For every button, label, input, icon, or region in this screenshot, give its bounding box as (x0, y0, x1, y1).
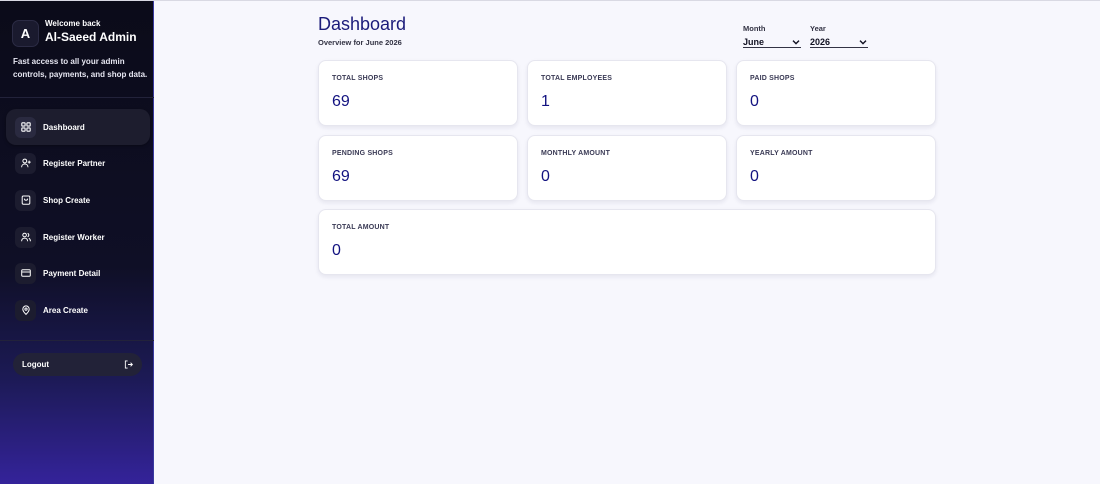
chevron-down-icon (792, 39, 800, 45)
page-title: Dashboard (318, 14, 407, 34)
sidebar-item-label: Shop Create (43, 195, 91, 205)
map-pin-icon (15, 299, 36, 321)
stat-card-pending-shops: PENDING SHOPS 69 (318, 135, 518, 201)
sidebar-item-area-create[interactable]: Area Create (6, 292, 150, 328)
year-label: Year (810, 24, 826, 33)
sidebar-item-label: Register Partner (43, 158, 106, 168)
stat-value: 1 (541, 93, 550, 110)
stat-label: TOTAL AMOUNT (332, 224, 390, 231)
dashboard-grid-icon (15, 116, 36, 138)
stat-value: 69 (332, 168, 350, 185)
welcome-text: Welcome back (45, 19, 101, 28)
month-value: June (743, 36, 765, 47)
users-icon (15, 226, 36, 248)
sidebar-divider (0, 97, 154, 98)
sidebar-tagline: Fast access to all your admin controls, … (13, 57, 148, 79)
month-select[interactable]: June (743, 36, 801, 48)
chevron-down-icon (859, 39, 867, 45)
sidebar-item-dashboard[interactable]: Dashboard (6, 109, 150, 145)
stat-card-paid-shops: PAID SHOPS 0 (736, 60, 936, 126)
page-subtitle: Overview for June 2026 (318, 38, 402, 47)
stat-label: PENDING SHOPS (332, 150, 393, 157)
stat-value: 0 (541, 168, 550, 185)
stat-value: 0 (750, 93, 759, 110)
year-select[interactable]: 2026 (810, 36, 868, 48)
stat-value: 0 (750, 168, 759, 185)
stat-card-total-shops: TOTAL SHOPS 69 (318, 60, 518, 126)
sidebar-item-shop-create[interactable]: Shop Create (6, 182, 150, 218)
sidebar: A Welcome back Al-Saeed Admin Fast acces… (0, 1, 154, 484)
stat-card-total-amount: TOTAL AMOUNT 0 (318, 209, 936, 275)
app-root: A Welcome back Al-Saeed Admin Fast acces… (0, 0, 1100, 484)
logout-arrow-icon (124, 360, 133, 369)
stat-card-yearly-amount: YEARLY AMOUNT 0 (736, 135, 936, 201)
stat-label: TOTAL EMPLOYEES (541, 75, 613, 82)
sidebar-divider (0, 340, 154, 341)
stat-card-monthly-amount: MONTHLY AMOUNT 0 (527, 135, 727, 201)
year-filter: Year 2026 (810, 24, 868, 48)
credit-card-icon (15, 262, 36, 284)
sidebar-item-label: Dashboard (43, 122, 85, 132)
sidebar-item-register-worker[interactable]: Register Worker (6, 219, 150, 255)
avatar: A (12, 20, 39, 47)
user-plus-icon (15, 152, 36, 174)
stat-label: TOTAL SHOPS (332, 75, 384, 82)
stat-label: YEARLY AMOUNT (750, 150, 813, 157)
stat-label: PAID SHOPS (750, 75, 795, 82)
stat-value: 69 (332, 93, 350, 110)
sidebar-item-label: Area Create (43, 305, 88, 315)
month-label: Month (743, 24, 766, 33)
sidebar-item-payment-detail[interactable]: Payment Detail (6, 255, 150, 291)
stat-label: MONTHLY AMOUNT (541, 150, 611, 157)
admin-name: Al-Saeed Admin (45, 30, 137, 44)
admin-profile: A Welcome back Al-Saeed Admin (12, 18, 152, 48)
sidebar-item-label: Payment Detail (43, 268, 101, 278)
year-value: 2026 (810, 36, 831, 47)
sidebar-item-register-partner[interactable]: Register Partner (6, 145, 150, 181)
stat-value: 0 (332, 242, 341, 259)
month-filter: Month June (743, 24, 801, 48)
shop-bag-icon (15, 189, 36, 211)
top-border (0, 0, 1100, 1)
stat-card-total-employees: TOTAL EMPLOYEES 1 (527, 60, 727, 126)
sidebar-item-label: Register Worker (43, 232, 105, 242)
logout-button[interactable]: Logout (13, 353, 142, 376)
logout-label: Logout (22, 360, 50, 369)
